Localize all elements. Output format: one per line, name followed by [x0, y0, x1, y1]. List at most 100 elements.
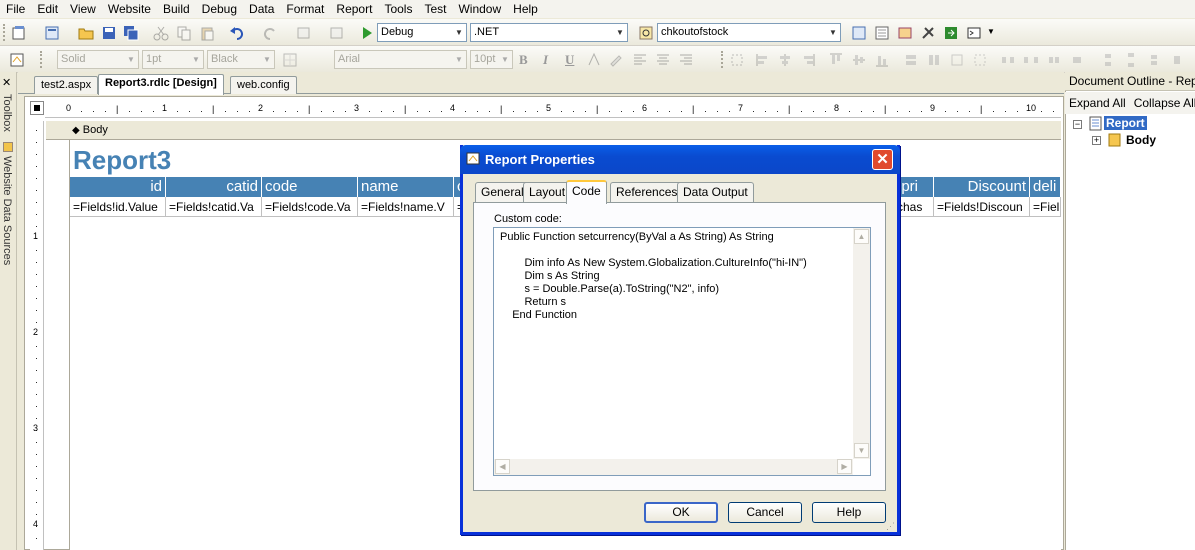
menu-tools[interactable]: Tools	[378, 0, 418, 18]
align-tops-icon[interactable]	[828, 52, 844, 68]
tab-data-output[interactable]: Data Output	[677, 182, 754, 202]
menu-help[interactable]: Help	[507, 0, 544, 18]
table-header-cell[interactable]: code	[262, 177, 358, 197]
object-browser-icon[interactable]	[897, 25, 913, 41]
body-section-header[interactable]: ◆ Body	[46, 121, 1061, 140]
tab-web-config[interactable]: web.config	[230, 76, 297, 94]
dialog-title-bar[interactable]: Report Properties	[460, 145, 900, 174]
align-lefts-icon[interactable]	[755, 52, 771, 68]
toolbar-overflow-icon[interactable]: ▼	[987, 27, 995, 36]
border-color-select[interactable]: Black ▼	[207, 50, 275, 69]
tab-report3-design[interactable]: Report3.rdlc [Design]	[98, 74, 224, 95]
open-folder-icon[interactable]	[78, 25, 94, 41]
font-family-select[interactable]: Arial ▼	[334, 50, 467, 69]
collapse-node-icon[interactable]: −	[1073, 120, 1082, 129]
vertical-spacing-icon[interactable]	[1100, 52, 1116, 68]
bold-button[interactable]: B	[519, 52, 528, 68]
tab-test2-aspx[interactable]: test2.aspx	[34, 76, 99, 94]
toolbar-grip[interactable]	[721, 51, 724, 68]
table-header-cell[interactable]: catid	[166, 177, 262, 197]
code-horizontal-scrollbar[interactable]: ◀ ▶	[494, 459, 853, 475]
start-debugging-icon[interactable]	[359, 25, 375, 41]
expand-all-link[interactable]: Expand All	[1065, 96, 1130, 110]
ok-button[interactable]: OK	[644, 502, 718, 523]
remove-vertical-spacing-icon[interactable]	[1169, 52, 1185, 68]
scroll-left-icon[interactable]: ◀	[495, 459, 510, 474]
align-left-icon[interactable]	[632, 52, 648, 68]
cancel-button[interactable]: Cancel	[728, 502, 802, 523]
align-to-grid-icon[interactable]	[729, 52, 745, 68]
table-header-cell[interactable]: name	[358, 177, 454, 197]
horizontal-spacing-icon[interactable]	[1000, 52, 1016, 68]
increase-vertical-spacing-icon[interactable]	[1123, 52, 1139, 68]
solution-config-select[interactable]: Debug ▼	[377, 23, 467, 42]
toolbar-grip[interactable]	[40, 51, 43, 68]
align-bottoms-icon[interactable]	[874, 52, 890, 68]
menu-view[interactable]: View	[64, 0, 102, 18]
copy-icon[interactable]	[176, 25, 192, 41]
table-detail-cell[interactable]: =Fields!name.V	[358, 197, 454, 217]
tab-layout[interactable]: Layout	[523, 182, 572, 202]
table-detail-cell[interactable]: =Fields!id.Value	[70, 197, 166, 217]
menu-data[interactable]: Data	[243, 0, 280, 18]
solution-explorer-icon[interactable]	[851, 25, 867, 41]
make-same-width-icon[interactable]	[903, 52, 919, 68]
help-button[interactable]: Help	[812, 502, 886, 523]
background-color-icon[interactable]	[608, 52, 624, 68]
expand-node-icon[interactable]: +	[1092, 136, 1101, 145]
menu-format[interactable]: Format	[280, 0, 330, 18]
menu-test[interactable]: Test	[418, 0, 452, 18]
align-rights-icon[interactable]	[800, 52, 816, 68]
table-header-cell[interactable]: Discount	[934, 177, 1030, 197]
tab-references[interactable]: References	[610, 182, 684, 202]
table-header-cell[interactable]: deli	[1030, 177, 1061, 197]
font-color-icon[interactable]	[586, 52, 602, 68]
underline-button[interactable]: U	[565, 52, 574, 68]
increase-horizontal-spacing-icon[interactable]	[1023, 52, 1039, 68]
table-detail-cell[interactable]: =Fields!Discoun	[934, 197, 1030, 217]
table-header-cell[interactable]: id	[70, 177, 166, 197]
code-vertical-scrollbar[interactable]: ▲ ▼	[853, 228, 870, 459]
menu-build[interactable]: Build	[157, 0, 196, 18]
toolbar-grip[interactable]	[3, 24, 6, 41]
tab-general[interactable]: General	[475, 182, 530, 202]
align-right-icon[interactable]	[678, 52, 694, 68]
table-detail-cell[interactable]: =Fields!catid.Va	[166, 197, 262, 217]
remove-horizontal-spacing-icon[interactable]	[1069, 52, 1085, 68]
make-same-height-icon[interactable]	[926, 52, 942, 68]
custom-code-content[interactable]: Public Function setcurrency(ByVal a As S…	[500, 231, 807, 322]
scroll-down-icon[interactable]: ▼	[854, 443, 869, 458]
tab-code[interactable]: Code	[566, 180, 607, 204]
resize-grip-icon[interactable]: ⋰	[886, 521, 895, 532]
save-icon[interactable]	[101, 25, 117, 41]
align-center-icon[interactable]	[655, 52, 671, 68]
cut-icon[interactable]	[153, 25, 169, 41]
website-data-sources-tab[interactable]: Website Data Sources	[1, 156, 13, 265]
decrease-vertical-spacing-icon[interactable]	[1146, 52, 1162, 68]
command-window-icon[interactable]	[966, 25, 982, 41]
properties-window-icon[interactable]	[874, 25, 890, 41]
tree-node-report[interactable]: Report	[1104, 116, 1147, 130]
paste-icon[interactable]	[199, 25, 215, 41]
add-item-icon[interactable]	[44, 25, 60, 41]
platform-select[interactable]: .NET ▼	[470, 23, 628, 42]
new-project-icon[interactable]	[11, 25, 27, 41]
decrease-horizontal-spacing-icon[interactable]	[1046, 52, 1062, 68]
toolbox-icon[interactable]: ✕	[2, 76, 11, 89]
border-style-select[interactable]: Solid ▼	[57, 50, 139, 69]
toolbox-icon[interactable]	[920, 25, 936, 41]
redo-icon[interactable]	[262, 25, 278, 41]
find-in-files-icon[interactable]	[638, 25, 654, 41]
table-detail-cell[interactable]: =Fiel	[1030, 197, 1061, 217]
menu-file[interactable]: File	[0, 0, 31, 18]
toolbox-tab[interactable]: Toolbox	[1, 94, 13, 132]
report-properties-icon[interactable]	[9, 52, 25, 68]
menu-debug[interactable]: Debug	[196, 0, 243, 18]
find-input[interactable]: chkoutofstock ▼	[657, 23, 841, 42]
tree-node-body[interactable]: Body	[1126, 133, 1156, 147]
save-all-icon[interactable]	[123, 25, 139, 41]
undo-icon[interactable]	[229, 25, 245, 41]
start-page-icon[interactable]	[943, 25, 959, 41]
font-size-select[interactable]: 10pt ▼	[470, 50, 513, 69]
border-width-select[interactable]: 1pt ▼	[142, 50, 204, 69]
